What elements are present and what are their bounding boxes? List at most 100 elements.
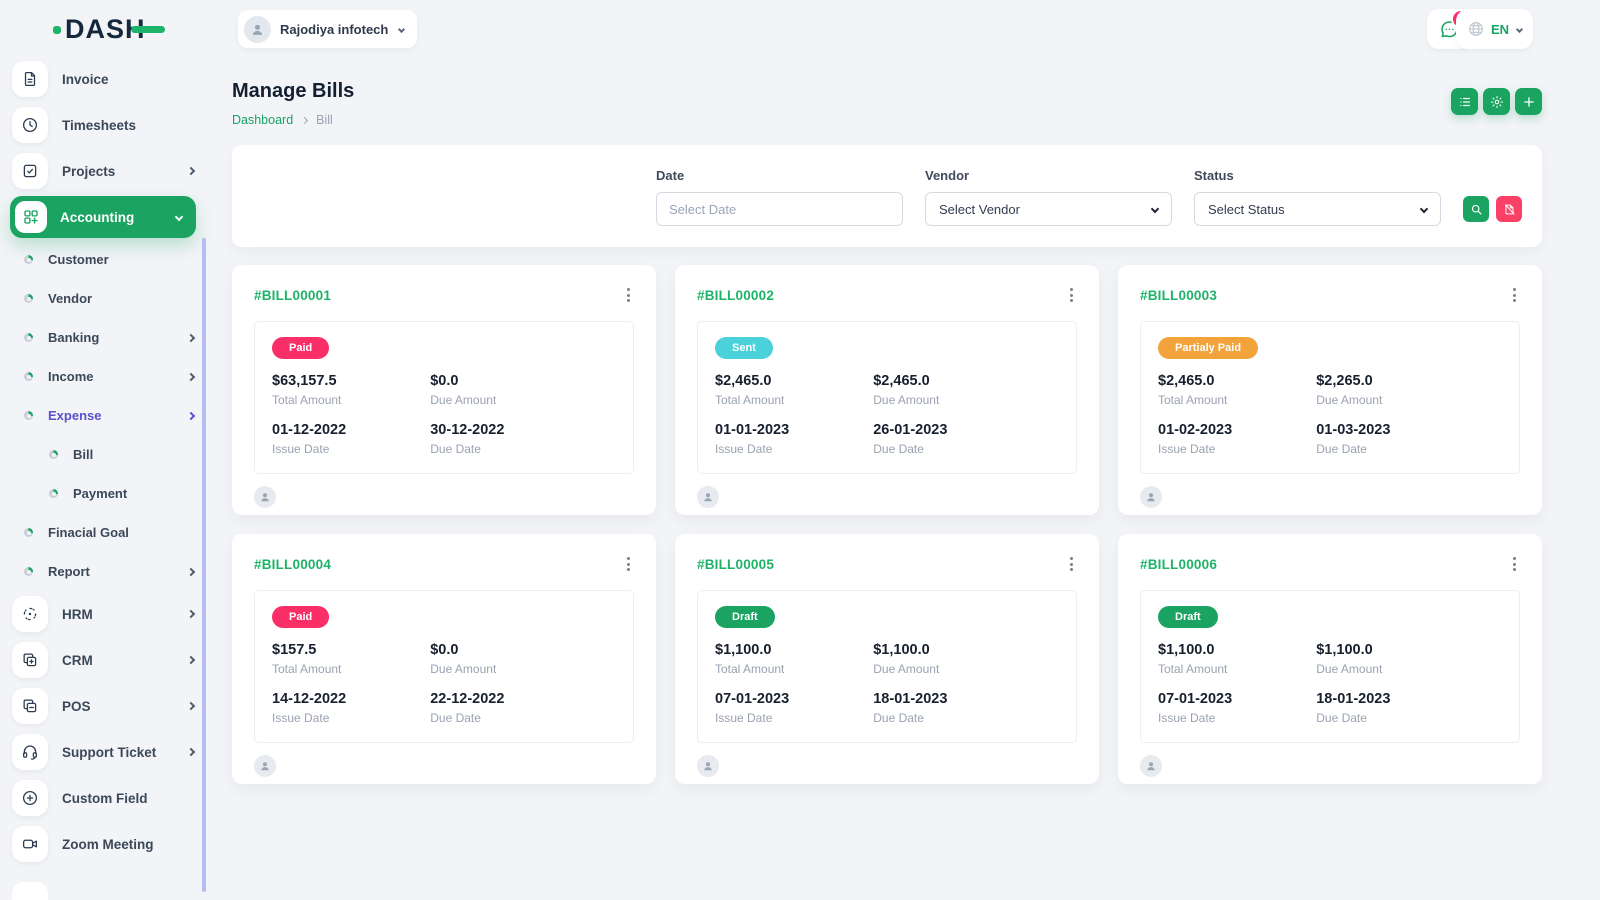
- sidebar-item-bill[interactable]: Bill: [0, 435, 210, 474]
- kebab-menu-icon[interactable]: [1066, 284, 1077, 306]
- chevron-right-icon: [187, 656, 195, 664]
- due-date-value: 18-01-2023: [1316, 691, 1502, 707]
- vendor-avatar[interactable]: [697, 755, 719, 777]
- bill-card: #BILL00003 Partialy Paid $2,465.0 Total …: [1118, 265, 1542, 515]
- due-amount-label: Due Amount: [873, 662, 1059, 676]
- sidebar-item-payment[interactable]: Payment: [0, 474, 210, 513]
- create-button[interactable]: [1515, 88, 1542, 115]
- crm-icon: [12, 642, 48, 678]
- status-badge: Partialy Paid: [1158, 337, 1258, 359]
- sidebar-item-vendor[interactable]: Vendor: [0, 279, 210, 318]
- date-input[interactable]: [656, 192, 903, 226]
- issue-date-label: Issue Date: [1158, 711, 1316, 725]
- sidebar-item-income[interactable]: Income: [0, 357, 210, 396]
- due-amount-value: $1,100.0: [873, 642, 1059, 658]
- issue-date-label: Issue Date: [272, 711, 430, 725]
- bill-card: #BILL00002 Sent $2,465.0 Total Amount $2…: [675, 265, 1099, 515]
- bullet-icon: [24, 333, 33, 342]
- kebab-menu-icon[interactable]: [1509, 553, 1520, 575]
- breadcrumb-dashboard-link[interactable]: Dashboard: [232, 113, 293, 127]
- sidebar-item-hrm[interactable]: HRM: [0, 591, 210, 637]
- bill-card: #BILL00006 Draft $1,100.0 Total Amount $…: [1118, 534, 1542, 784]
- sidebar-item-invoice[interactable]: Invoice: [0, 56, 210, 102]
- sidebar-item-customer[interactable]: Customer: [0, 240, 210, 279]
- issue-date-label: Issue Date: [715, 442, 873, 456]
- checkbox-icon: [12, 153, 48, 189]
- sidebar-item-label: Finacial Goal: [48, 525, 129, 540]
- bill-id-link[interactable]: #BILL00006: [1140, 557, 1217, 572]
- kebab-menu-icon[interactable]: [1066, 553, 1077, 575]
- file-slash-icon: [1503, 203, 1516, 216]
- bill-id-link[interactable]: #BILL00002: [697, 288, 774, 303]
- search-icon: [1470, 203, 1483, 216]
- sidebar-item-label: Custom Field: [62, 791, 148, 806]
- kebab-menu-icon[interactable]: [623, 284, 634, 306]
- bullet-icon: [24, 567, 33, 576]
- settings-button[interactable]: [1483, 88, 1510, 115]
- due-amount-label: Due Amount: [1316, 393, 1502, 407]
- kebab-menu-icon[interactable]: [1509, 284, 1520, 306]
- sidebar-item-banking[interactable]: Banking: [0, 318, 210, 357]
- list-view-button[interactable]: [1451, 88, 1478, 115]
- vendor-avatar[interactable]: [697, 486, 719, 508]
- vendor-select[interactable]: Select Vendor: [925, 192, 1172, 226]
- total-amount-value: $63,157.5: [272, 373, 430, 389]
- sidebar-nav: InvoiceTimesheetsProjectsAccountingCusto…: [0, 56, 210, 867]
- sidebar-item-expense[interactable]: Expense: [0, 396, 210, 435]
- due-amount-cell: $0.0 Due Amount: [430, 373, 616, 407]
- sidebar-item-support-ticket[interactable]: Support Ticket: [0, 729, 210, 775]
- logo-bar: [131, 26, 165, 33]
- total-amount-cell: $157.5 Total Amount: [272, 642, 430, 676]
- due-date-value: 30-12-2022: [430, 422, 616, 438]
- sidebar-item-label: HRM: [62, 607, 93, 622]
- bullet-icon: [24, 411, 33, 420]
- sidebar-item-label: Payment: [73, 486, 127, 501]
- date-label: Date: [656, 168, 903, 183]
- bill-id-link[interactable]: #BILL00005: [697, 557, 774, 572]
- sidebar-item-projects[interactable]: Projects: [0, 148, 210, 194]
- due-amount-cell: $1,100.0 Due Amount: [1316, 642, 1502, 676]
- sidebar-item-report[interactable]: Report: [0, 552, 210, 591]
- search-button[interactable]: [1463, 196, 1489, 222]
- vendor-avatar[interactable]: [254, 486, 276, 508]
- breadcrumb-current: Bill: [316, 113, 333, 127]
- kebab-menu-icon[interactable]: [623, 553, 634, 575]
- due-date-label: Due Date: [1316, 711, 1502, 725]
- headset-icon: [12, 734, 48, 770]
- bill-details-box: Partialy Paid $2,465.0 Total Amount $2,2…: [1140, 321, 1520, 474]
- sidebar-scrollbar[interactable]: [202, 238, 206, 892]
- sidebar-item-crm[interactable]: CRM: [0, 637, 210, 683]
- app-logo[interactable]: DASH: [53, 16, 165, 43]
- status-select-value: Select Status: [1208, 202, 1285, 217]
- sidebar-item-finacial-goal[interactable]: Finacial Goal: [0, 513, 210, 552]
- due-date-label: Due Date: [1316, 442, 1502, 456]
- sidebar-item-label: Income: [48, 369, 94, 384]
- vendor-select-value: Select Vendor: [939, 202, 1020, 217]
- vendor-avatar[interactable]: [1140, 755, 1162, 777]
- bill-id-link[interactable]: #BILL00004: [254, 557, 331, 572]
- vendor-avatar[interactable]: [254, 755, 276, 777]
- sidebar-item-timesheets[interactable]: Timesheets: [0, 102, 210, 148]
- issue-date-cell: 01-01-2023 Issue Date: [715, 422, 873, 456]
- sidebar-item-custom-field[interactable]: Custom Field: [0, 775, 210, 821]
- sidebar-item-zoom-meeting[interactable]: Zoom Meeting: [0, 821, 210, 867]
- logo-dot: [53, 26, 61, 34]
- reset-filter-button[interactable]: [1496, 196, 1522, 222]
- sidebar-item-label: Invoice: [62, 72, 109, 87]
- total-amount-label: Total Amount: [1158, 393, 1316, 407]
- sidebar-item-label: Report: [48, 564, 90, 579]
- due-date-value: 18-01-2023: [873, 691, 1059, 707]
- due-amount-cell: $2,465.0 Due Amount: [873, 373, 1059, 407]
- bill-id-link[interactable]: #BILL00001: [254, 288, 331, 303]
- sidebar-item-accounting[interactable]: Accounting: [10, 196, 196, 238]
- issue-date-cell: 14-12-2022 Issue Date: [272, 691, 430, 725]
- sidebar-item-pos[interactable]: POS: [0, 683, 210, 729]
- list-view-icon: [1458, 95, 1472, 109]
- bill-details-box: Paid $157.5 Total Amount $0.0 Due Amount…: [254, 590, 634, 743]
- total-amount-label: Total Amount: [1158, 662, 1316, 676]
- bill-id-link[interactable]: #BILL00003: [1140, 288, 1217, 303]
- due-date-cell: 18-01-2023 Due Date: [1316, 691, 1502, 725]
- vendor-avatar[interactable]: [1140, 486, 1162, 508]
- status-select[interactable]: Select Status: [1194, 192, 1441, 226]
- total-amount-label: Total Amount: [715, 662, 873, 676]
